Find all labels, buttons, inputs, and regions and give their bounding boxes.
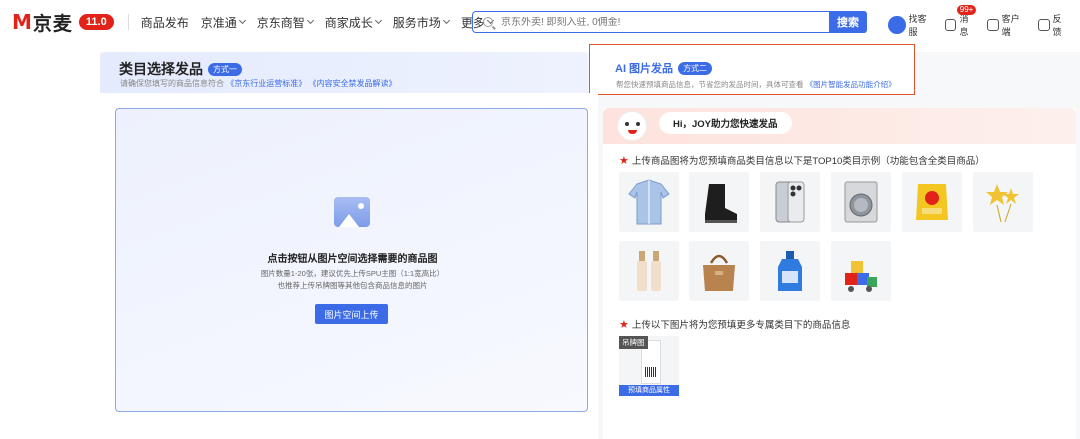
cosmetics-icon xyxy=(637,251,661,291)
nav-divider xyxy=(127,14,129,30)
search-bar: 搜索 xyxy=(472,11,867,33)
upload-dropzone[interactable]: 点击按钮从图片空间选择需要的商品图 图片数量1-20张，建议优先上传SPU主图（… xyxy=(115,108,588,412)
example-toy-blocks xyxy=(831,241,891,301)
tab-desc: 请确保您填写的商品信息符合 xyxy=(120,79,224,88)
operation-standard-link[interactable]: 《京东行业运营标准》 xyxy=(226,79,306,88)
customer-service-button[interactable]: 找客服 xyxy=(888,12,935,38)
image-icon xyxy=(334,197,370,227)
upload-title: 点击按钮从图片空间选择需要的商品图 xyxy=(267,254,438,265)
logo-text: 京麦 xyxy=(32,12,73,35)
version-badge: 11.0 xyxy=(78,14,114,30)
upload-desc: 也推荐上传吊牌图等其他包含商品信息的图片 xyxy=(277,281,428,290)
example-chips xyxy=(902,172,962,232)
header-tools: 找客服 99+ 消息 客户端 反馈 xyxy=(888,5,1080,38)
tab-title: 类目选择发品 xyxy=(119,61,203,77)
example-hangtag: 吊牌图 预填商品属性 xyxy=(619,336,679,396)
chips-icon xyxy=(916,184,948,220)
image-space-upload-button[interactable]: 图片空间上传 xyxy=(315,304,388,324)
boot-icon xyxy=(705,184,737,223)
content-safety-link[interactable]: 《内容安全禁发品解读》 xyxy=(308,79,396,88)
joy-greeting: Hi，JOY助力您快速发品 xyxy=(659,112,792,134)
person-icon xyxy=(986,19,999,31)
nav-item-market[interactable]: 服务市场 xyxy=(393,14,450,31)
ai-intro-link[interactable]: 《图片智能发品功能介绍》 xyxy=(806,80,896,89)
example-cosmetics xyxy=(619,241,679,301)
example-star-balloon xyxy=(973,172,1033,232)
toy-blocks-icon xyxy=(845,261,877,292)
star-icon: ★ xyxy=(619,154,629,167)
example-phone xyxy=(760,172,820,232)
washer-icon xyxy=(844,181,878,223)
search-button[interactable]: 搜索 xyxy=(829,11,867,33)
upload-desc: 图片数量1-20张，建议优先上传SPU主图（1:1宽高比） xyxy=(260,269,445,278)
tab-ai-image-publish[interactable]: AI 图片发品 方式二 帮您快速预填商品信息，节省您的发品时间，具体可查看 《图… xyxy=(589,44,915,95)
example-boot xyxy=(689,172,749,232)
jingmai-logo[interactable]: M 京麦 11.0 xyxy=(12,9,114,36)
tab-category-publish[interactable]: 类目选择发品 方式一 请确保您填写的商品信息符合 《京东行业运营标准》 《内容安… xyxy=(100,52,588,93)
chevron-down-icon xyxy=(374,16,382,25)
feedback-button[interactable]: 反馈 xyxy=(1037,12,1070,38)
chevron-down-icon xyxy=(442,16,450,25)
message-count-badge: 99+ xyxy=(956,5,977,15)
method-pill: 方式二 xyxy=(678,61,713,75)
star-balloon-icon xyxy=(986,184,1019,223)
hangtag-label: 吊牌图 xyxy=(619,336,648,349)
client-button[interactable]: 客户端 xyxy=(986,12,1028,38)
edit-icon xyxy=(1037,19,1050,31)
example-handbag xyxy=(689,241,749,301)
agent-avatar-icon xyxy=(888,16,906,34)
logo-mark: M xyxy=(12,10,32,34)
method-pill: 方式一 xyxy=(208,62,242,76)
nav-item-shangzhi[interactable]: 京东商智 xyxy=(257,14,314,31)
prefill-attribute-label: 预填商品属性 xyxy=(619,385,679,396)
tab-desc: 帮您快速预填商品信息，节省您的发品时间，具体可查看 xyxy=(616,80,804,89)
example-washer xyxy=(831,172,891,232)
nav-item-jingzhuntong[interactable]: 京准通 xyxy=(201,14,246,31)
example-detergent xyxy=(760,241,820,301)
bell-icon xyxy=(944,19,957,31)
nav-item-growth[interactable]: 商家成长 xyxy=(325,14,382,31)
joy-mascot-icon xyxy=(617,111,647,141)
chevron-down-icon xyxy=(238,16,246,25)
search-icon xyxy=(483,17,493,27)
star-icon: ★ xyxy=(619,318,629,331)
example-shirt xyxy=(619,172,679,232)
handbag-icon xyxy=(703,254,735,291)
nav-item-publish[interactable]: 商品发布 xyxy=(141,14,189,31)
search-input[interactable] xyxy=(501,16,829,28)
messages-button[interactable]: 99+ 消息 xyxy=(944,5,977,38)
detergent-icon xyxy=(778,251,802,291)
tab-title: AI 图片发品 xyxy=(615,63,674,75)
chevron-down-icon xyxy=(306,16,314,25)
top10-section-title: ★ 上传商品图将为您预填商品类目信息以下是TOP10类目示例（功能包含全类目商品… xyxy=(619,154,985,168)
phone-icon xyxy=(775,181,805,223)
shirt-icon xyxy=(628,179,670,225)
more-info-section-title: ★ 上传以下图片将为您预填更多专属类目下的商品信息 xyxy=(619,318,851,332)
